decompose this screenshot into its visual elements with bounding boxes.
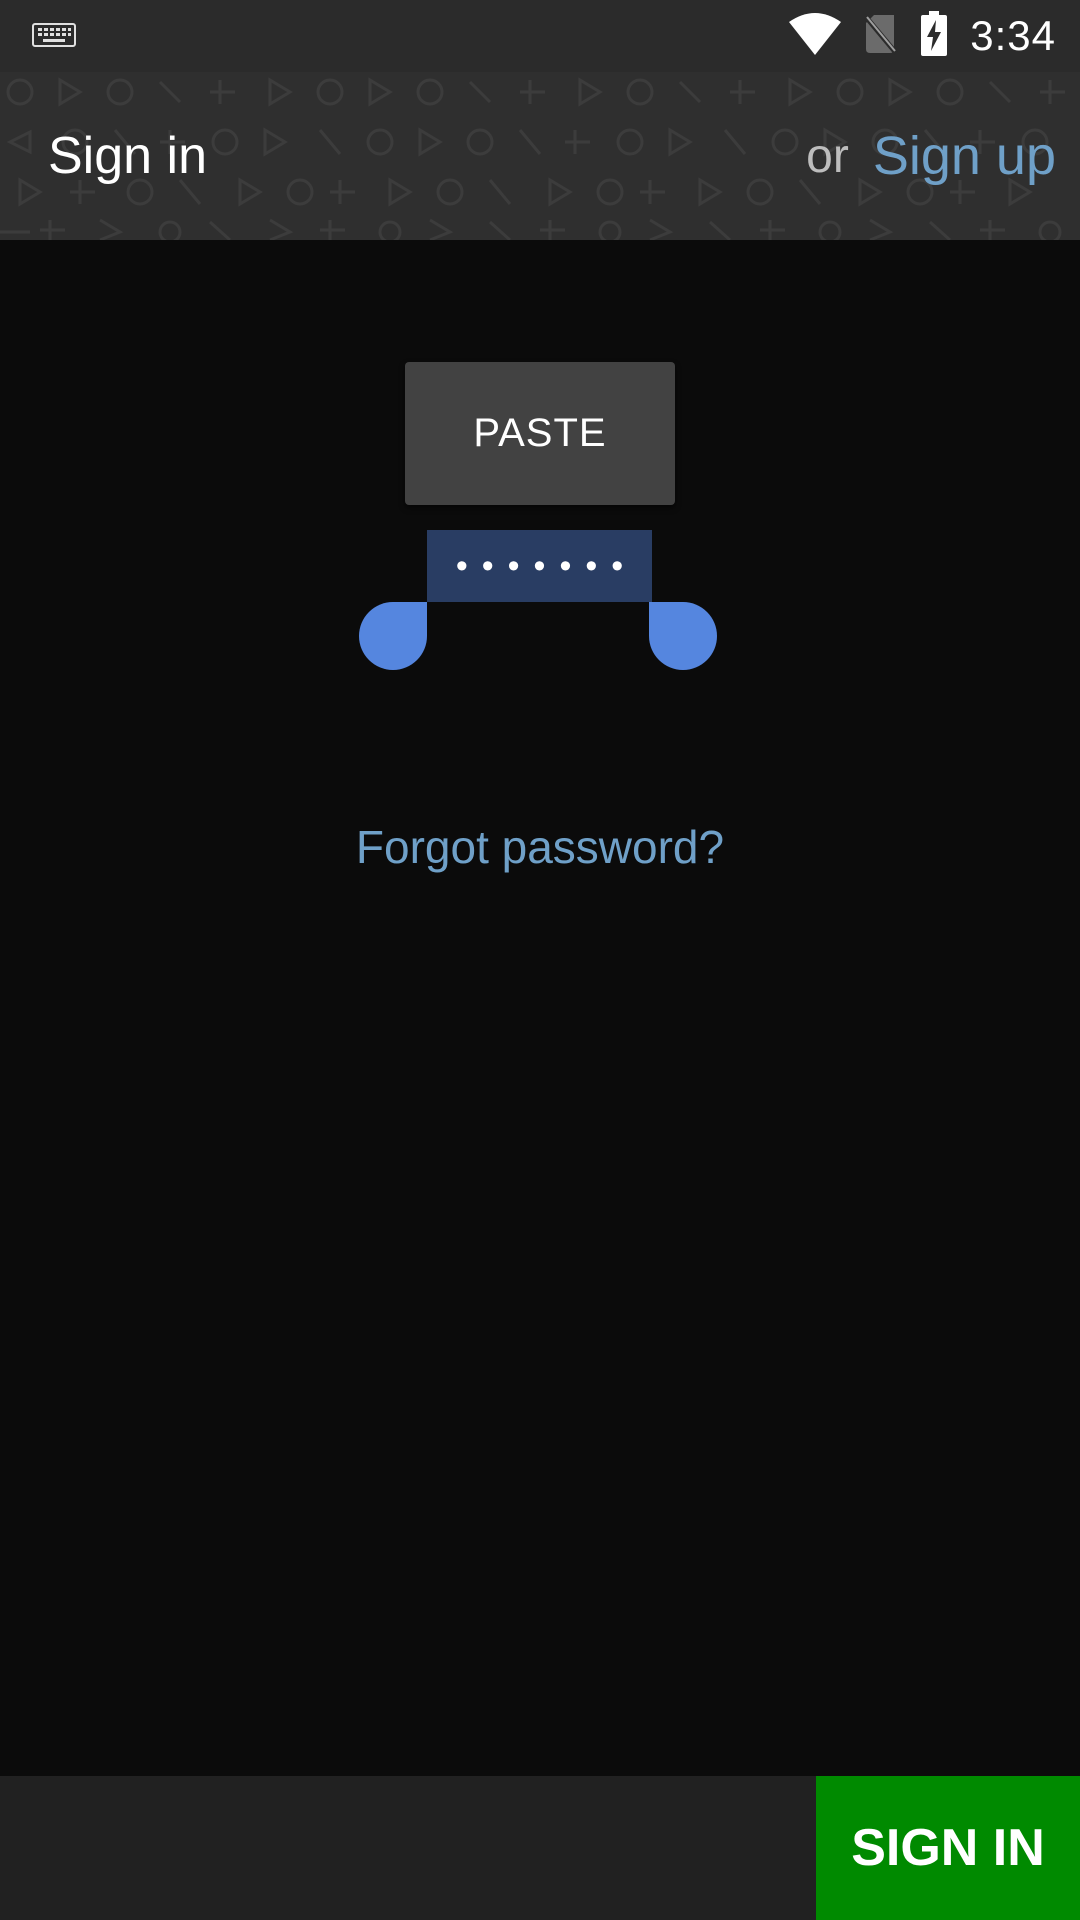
paste-button[interactable]: PASTE (405, 362, 675, 505)
or-label: or (806, 129, 849, 183)
wifi-icon (788, 12, 842, 61)
sign-in-screen: 3:34 Sign in or Sign up PASTE ••••••• Fo… (0, 0, 1080, 1920)
sign-up-link[interactable]: Sign up (873, 125, 1056, 187)
page-title: Sign in (48, 127, 207, 185)
forgot-password-link[interactable]: Forgot password? (0, 820, 1080, 874)
status-bar: 3:34 (0, 0, 1080, 72)
password-field[interactable]: ••••••• (427, 530, 652, 602)
bottom-bar: SIGN IN (0, 1776, 1080, 1920)
battery-charging-icon (920, 10, 948, 62)
status-icons: 3:34 (788, 0, 1056, 72)
app-bar: Sign in or Sign up (0, 72, 1080, 240)
no-sim-icon (864, 13, 899, 60)
password-masked-text: ••••••• (455, 547, 638, 585)
selection-handle-left[interactable] (359, 602, 427, 670)
signup-prompt: or Sign up (806, 72, 1056, 240)
selection-handle-right[interactable] (649, 602, 717, 670)
clock: 3:34 (970, 12, 1056, 59)
keyboard-icon (32, 20, 76, 50)
sign-in-button[interactable]: SIGN IN (816, 1776, 1080, 1920)
